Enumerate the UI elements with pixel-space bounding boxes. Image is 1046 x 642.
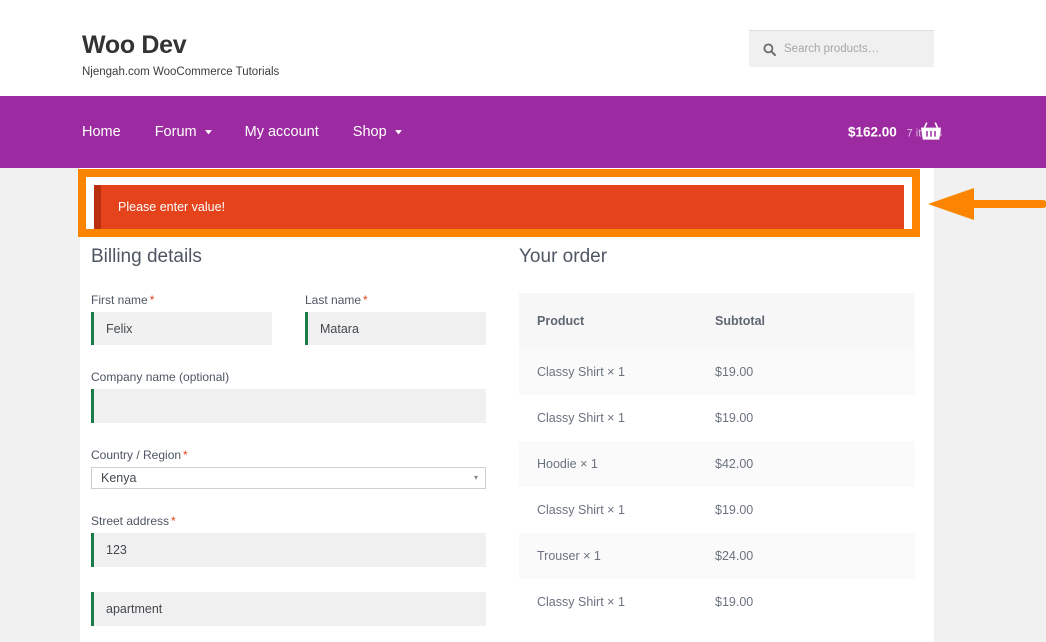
chevron-down-icon: ▾ — [204, 127, 212, 138]
field-country-region: Country / Region * Kenya ▾ — [91, 448, 486, 489]
order-item-name: Trouser × 1 — [519, 533, 697, 579]
order-review-title: Your order — [519, 246, 608, 267]
order-item-subtotal: $42.00 — [697, 441, 915, 487]
table-row: Classy Shirt × 1 $19.00 — [519, 487, 915, 533]
order-item-name: Classy Shirt × 1 — [519, 487, 697, 533]
company-name-input[interactable] — [91, 389, 486, 423]
order-item-subtotal: $19.00 — [697, 487, 915, 533]
billing-details-title: Billing details — [91, 246, 202, 267]
shopping-basket-icon[interactable] — [920, 122, 942, 142]
table-row: Hoodie × 1 $42.00 — [519, 441, 915, 487]
order-table-header-row: Product Subtotal — [519, 293, 915, 349]
product-name: Classy Shirt — [537, 365, 604, 379]
product-name: Hoodie — [537, 457, 577, 471]
table-row: Trouser × 1 $24.00 — [519, 533, 915, 579]
error-notice-message: Please enter value! — [118, 200, 226, 214]
country-region-select-box[interactable]: Kenya — [91, 467, 486, 489]
order-review-column: Your order Product Subtotal Classy Shirt… — [519, 245, 915, 625]
order-item-subtotal: $24.00 — [697, 533, 915, 579]
product-qty: × 1 — [607, 411, 625, 425]
first-name-label-text: First name — [91, 293, 148, 307]
nav-label: Forum — [154, 124, 197, 140]
product-qty: × 1 — [607, 365, 625, 379]
column-header-subtotal: Subtotal — [697, 293, 915, 349]
nav-links: Home Forum ▾ My account Shop ▾ — [82, 96, 402, 168]
site-tagline: Njengah.com WooCommerce Tutorials — [82, 66, 280, 78]
street-address-label: Street address * — [91, 514, 486, 529]
column-header-product: Product — [519, 293, 697, 349]
order-item-name: Hoodie × 1 — [519, 441, 697, 487]
billing-details-column: Billing details First name* Last name* C… — [91, 245, 495, 639]
nav-label: Home — [82, 124, 121, 140]
field-company-name: Company name (optional) — [91, 370, 486, 423]
field-street-address: Street address * — [91, 514, 486, 567]
required-marker: * — [171, 514, 176, 528]
name-field-row: First name* Last name* — [91, 293, 495, 358]
table-row: Classy Shirt × 1 $19.00 — [519, 349, 915, 395]
product-qty: × 1 — [580, 457, 598, 471]
order-item-name: Classy Shirt × 1 — [519, 349, 697, 395]
nav-label: My account — [244, 124, 319, 140]
site-branding[interactable]: Woo Dev Njengah.com WooCommerce Tutorial… — [82, 30, 279, 79]
checkout-body: Billing details First name* Last name* C… — [80, 245, 934, 642]
chevron-down-icon: ▾ — [473, 473, 478, 482]
table-row: Classy Shirt × 1 $19.00 — [519, 579, 915, 625]
product-qty: × 1 — [607, 503, 625, 517]
cart-total-amount: $162.00 — [848, 124, 897, 140]
search-input[interactable] — [784, 43, 924, 55]
nav-label: Shop — [352, 124, 387, 140]
first-name-label: First name * — [91, 293, 272, 308]
country-region-select[interactable]: Kenya ▾ — [91, 467, 486, 489]
order-item-subtotal: $19.00 — [697, 349, 915, 395]
order-table-head: Product Subtotal — [519, 293, 915, 349]
chevron-down-icon: ▾ — [394, 127, 402, 138]
product-qty: × 1 — [583, 549, 601, 563]
product-search[interactable] — [749, 30, 934, 67]
country-region-label-text: Country / Region — [91, 448, 182, 462]
nav-item-forum[interactable]: Forum ▾ — [154, 124, 212, 140]
street-address-input[interactable] — [91, 533, 486, 567]
order-review-table: Product Subtotal Classy Shirt × 1 $19.00… — [519, 293, 915, 625]
product-name: Classy Shirt — [537, 595, 604, 609]
required-marker: * — [363, 293, 368, 307]
search-icon — [763, 43, 776, 56]
order-item-name: Classy Shirt × 1 — [519, 395, 697, 441]
product-qty: × 1 — [607, 595, 625, 609]
country-region-label: Country / Region * — [91, 448, 486, 463]
nav-item-home[interactable]: Home — [82, 124, 121, 140]
notice-highlight-box: Please enter value! — [78, 169, 920, 237]
first-name-input[interactable] — [91, 312, 272, 345]
primary-navigation: Home Forum ▾ My account Shop ▾ $162.00 7… — [0, 96, 1046, 168]
product-name: Classy Shirt — [537, 411, 604, 425]
last-name-input[interactable] — [305, 312, 486, 345]
product-name: Classy Shirt — [537, 503, 604, 517]
required-marker: * — [149, 293, 155, 307]
order-item-subtotal: $19.00 — [697, 395, 915, 441]
product-name: Trouser — [537, 549, 580, 563]
required-marker: * — [183, 448, 188, 462]
site-title: Woo Dev — [82, 31, 187, 59]
order-item-name: Classy Shirt × 1 — [519, 579, 697, 625]
nav-item-shop[interactable]: Shop ▾ — [352, 124, 402, 140]
last-name-label: Last name * — [305, 293, 486, 308]
field-last-name: Last name * — [305, 293, 486, 345]
last-name-label-text: Last name — [305, 293, 362, 307]
annotation-arrow-icon — [926, 186, 1046, 222]
error-notice: Please enter value! — [94, 185, 904, 229]
apartment-input[interactable] — [91, 592, 486, 626]
nav-item-my-account[interactable]: My account — [245, 124, 319, 140]
site-header: Woo Dev Njengah.com WooCommerce Tutorial… — [0, 0, 1046, 96]
field-apartment — [91, 592, 486, 626]
company-name-label: Company name (optional) — [91, 370, 230, 384]
table-row: Classy Shirt × 1 $19.00 — [519, 395, 915, 441]
order-item-subtotal: $19.00 — [697, 579, 915, 625]
country-region-selected-value: Kenya — [101, 471, 137, 485]
order-table-body: Classy Shirt × 1 $19.00 Classy Shirt × 1… — [519, 349, 915, 625]
field-first-name: First name * — [91, 293, 272, 345]
street-address-label-text: Street address — [91, 514, 170, 528]
